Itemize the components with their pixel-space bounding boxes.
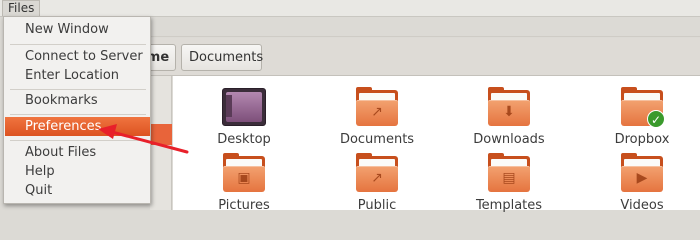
annotation-arrow xyxy=(98,124,189,154)
